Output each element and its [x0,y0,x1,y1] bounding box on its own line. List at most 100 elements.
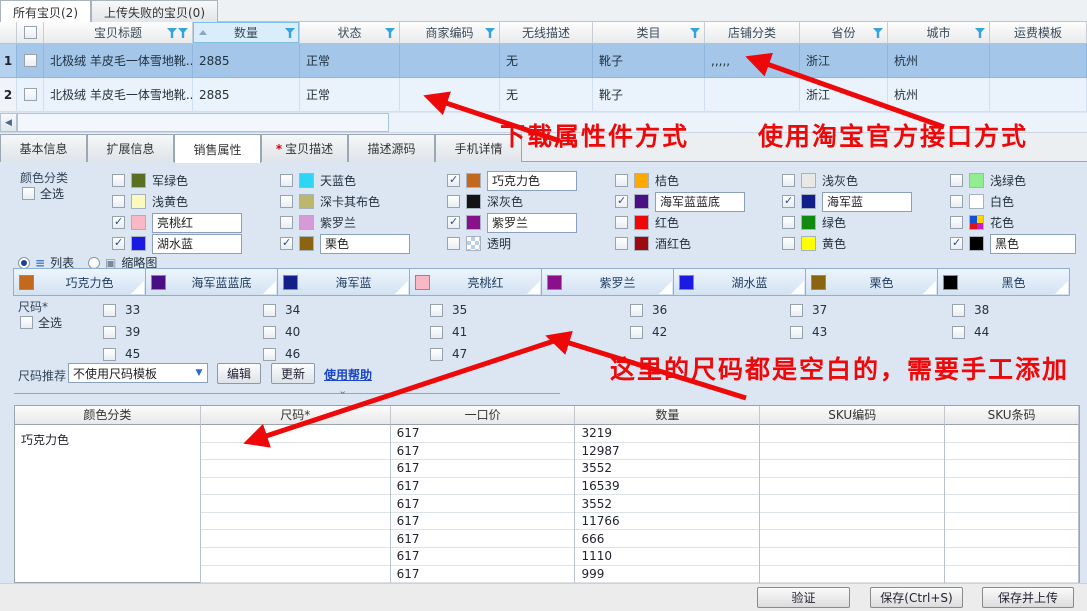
color-checkbox[interactable] [112,174,125,187]
grid-header-状态[interactable]: 状态 [300,22,400,44]
size-template-dropdown[interactable]: 不使用尺码模板 ▼ [68,363,208,383]
color-strip-tab-黑色[interactable]: 黑色 [937,268,1070,296]
row-checkbox[interactable] [24,54,37,67]
filter-icon[interactable] [167,28,177,38]
size-checkbox[interactable] [790,304,803,317]
sku-cell-sku_barcode[interactable] [945,478,1078,496]
sku-cell-sku_code[interactable] [760,513,944,531]
size-checkbox[interactable] [430,348,443,361]
footer-button-validate[interactable]: 验证 [757,587,850,608]
size-option-39[interactable]: 39 [103,322,140,342]
color-checkbox[interactable] [280,174,293,187]
update-size-template-button[interactable]: 更新 [271,363,315,384]
grid-horizontal-scrollbar[interactable]: ◀ [0,113,1087,133]
sku-cell-sku_code[interactable] [760,478,944,496]
size-option-34[interactable]: 34 [263,300,300,320]
grid-header-运费模板[interactable]: 运费模板 [990,22,1087,44]
color-name-input[interactable] [320,234,410,254]
sku-cell-qty[interactable]: 1110 [575,548,759,566]
size-select-all[interactable]: 全选 [20,314,62,331]
color-strip-tab-巧克力色[interactable]: 巧克力色 [13,268,146,296]
scroll-left-button[interactable]: ◀ [0,113,17,132]
row-checkbox-cell[interactable] [17,78,44,112]
size-option-47[interactable]: 47 [430,344,467,364]
sku-cell-price[interactable]: 617 [391,566,575,584]
footer-button-save-upload[interactable]: 保存并上传 [982,587,1074,608]
filter-icon[interactable] [873,28,883,38]
size-help-link[interactable]: 使用帮助 [324,366,372,383]
color-name-input[interactable] [990,234,1076,254]
tab-基本信息[interactable]: 基本信息 [0,134,87,162]
filter-icon[interactable] [285,28,295,38]
tab-手机详情[interactable]: 手机详情 [435,134,522,162]
table-row[interactable]: 2北极绒 羊皮毛一体雪地靴...2885正常无靴子浙江杭州 [0,78,1087,112]
edit-size-template-button[interactable]: 编辑 [217,363,261,384]
footer-button-save[interactable]: 保存(Ctrl+S) [870,587,963,608]
size-option-42[interactable]: 42 [630,322,667,342]
size-option-41[interactable]: 41 [430,322,467,342]
size-option-45[interactable]: 45 [103,344,140,364]
row-checkbox-cell[interactable] [17,44,44,78]
filter-icon[interactable] [178,28,188,38]
cell-wireless-desc[interactable]: 无 [500,44,593,78]
color-checkbox[interactable] [447,195,460,208]
grid-header-cell[interactable] [17,22,44,44]
color-checkbox[interactable] [615,195,628,208]
sku-cell-qty[interactable]: 11766 [575,513,759,531]
grid-header-cell[interactable] [0,22,17,44]
color-checkbox[interactable] [112,216,125,229]
sku-cell-size[interactable] [201,478,390,496]
sku-cell-size[interactable] [201,513,390,531]
size-option-36[interactable]: 36 [630,300,667,320]
product-tab[interactable]: 上传失败的宝贝(0) [91,0,218,22]
filter-icon[interactable] [385,28,395,38]
row-checkbox[interactable] [24,88,37,101]
grid-header-商家编码[interactable]: 商家编码 [400,22,500,44]
size-checkbox[interactable] [630,304,643,317]
sku-cell-sku_barcode[interactable] [945,566,1078,584]
sku-cell-price[interactable]: 617 [391,513,575,531]
grid-header-城市[interactable]: 城市 [888,22,990,44]
color-strip-tab-海军蓝蓝底[interactable]: 海军蓝蓝底 [145,268,278,296]
color-checkbox[interactable] [112,195,125,208]
sku-cell-sku_barcode[interactable] [945,443,1078,461]
cell-merchant-code[interactable] [400,44,500,78]
sku-cell-qty[interactable]: 3552 [575,460,759,478]
size-option-40[interactable]: 40 [263,322,300,342]
sku-cell-size[interactable] [201,460,390,478]
color-strip-tab-栗色[interactable]: 栗色 [805,268,938,296]
size-option-38[interactable]: 38 [952,300,989,320]
size-option-46[interactable]: 46 [263,344,300,364]
sku-cell-price[interactable]: 617 [391,443,575,461]
size-select-all-checkbox[interactable] [20,316,33,329]
cell-qty[interactable]: 2885 [193,44,300,78]
sku-cell-sku_code[interactable] [760,460,944,478]
view-mode-radio[interactable] [88,257,100,269]
size-checkbox[interactable] [790,326,803,339]
tab-销售属性[interactable]: 销售属性 [174,134,261,163]
header-select-all-checkbox[interactable] [24,26,37,39]
filter-icon[interactable] [975,28,985,38]
size-checkbox[interactable] [952,304,965,317]
sku-cell-sku_code[interactable] [760,495,944,513]
color-checkbox[interactable] [782,237,795,250]
sku-cell-sku_barcode[interactable] [945,425,1078,443]
sku-cell-qty[interactable]: 3552 [575,495,759,513]
size-checkbox[interactable] [630,326,643,339]
color-strip-tab-亮桃红[interactable]: 亮桃红 [409,268,542,296]
sku-cell-qty[interactable]: 12987 [575,443,759,461]
color-checkbox[interactable] [615,216,628,229]
sku-cell-sku_code[interactable] [760,566,944,584]
grid-header-店铺分类[interactable]: 店铺分类 [705,22,800,44]
sku-cell-sku_barcode[interactable] [945,513,1078,531]
color-select-all[interactable]: 全选 [22,185,64,202]
sku-cell-size[interactable] [201,530,390,548]
cell-city[interactable]: 杭州 [888,78,990,112]
color-checkbox[interactable] [615,174,628,187]
cell-province[interactable]: 浙江 [800,78,888,112]
cell-city[interactable]: 杭州 [888,44,990,78]
color-strip-tab-紫罗兰[interactable]: 紫罗兰 [541,268,674,296]
sku-cell-sku_barcode[interactable] [945,460,1078,478]
cell-category[interactable]: 靴子 [593,78,705,112]
cell-wireless-desc[interactable]: 无 [500,78,593,112]
